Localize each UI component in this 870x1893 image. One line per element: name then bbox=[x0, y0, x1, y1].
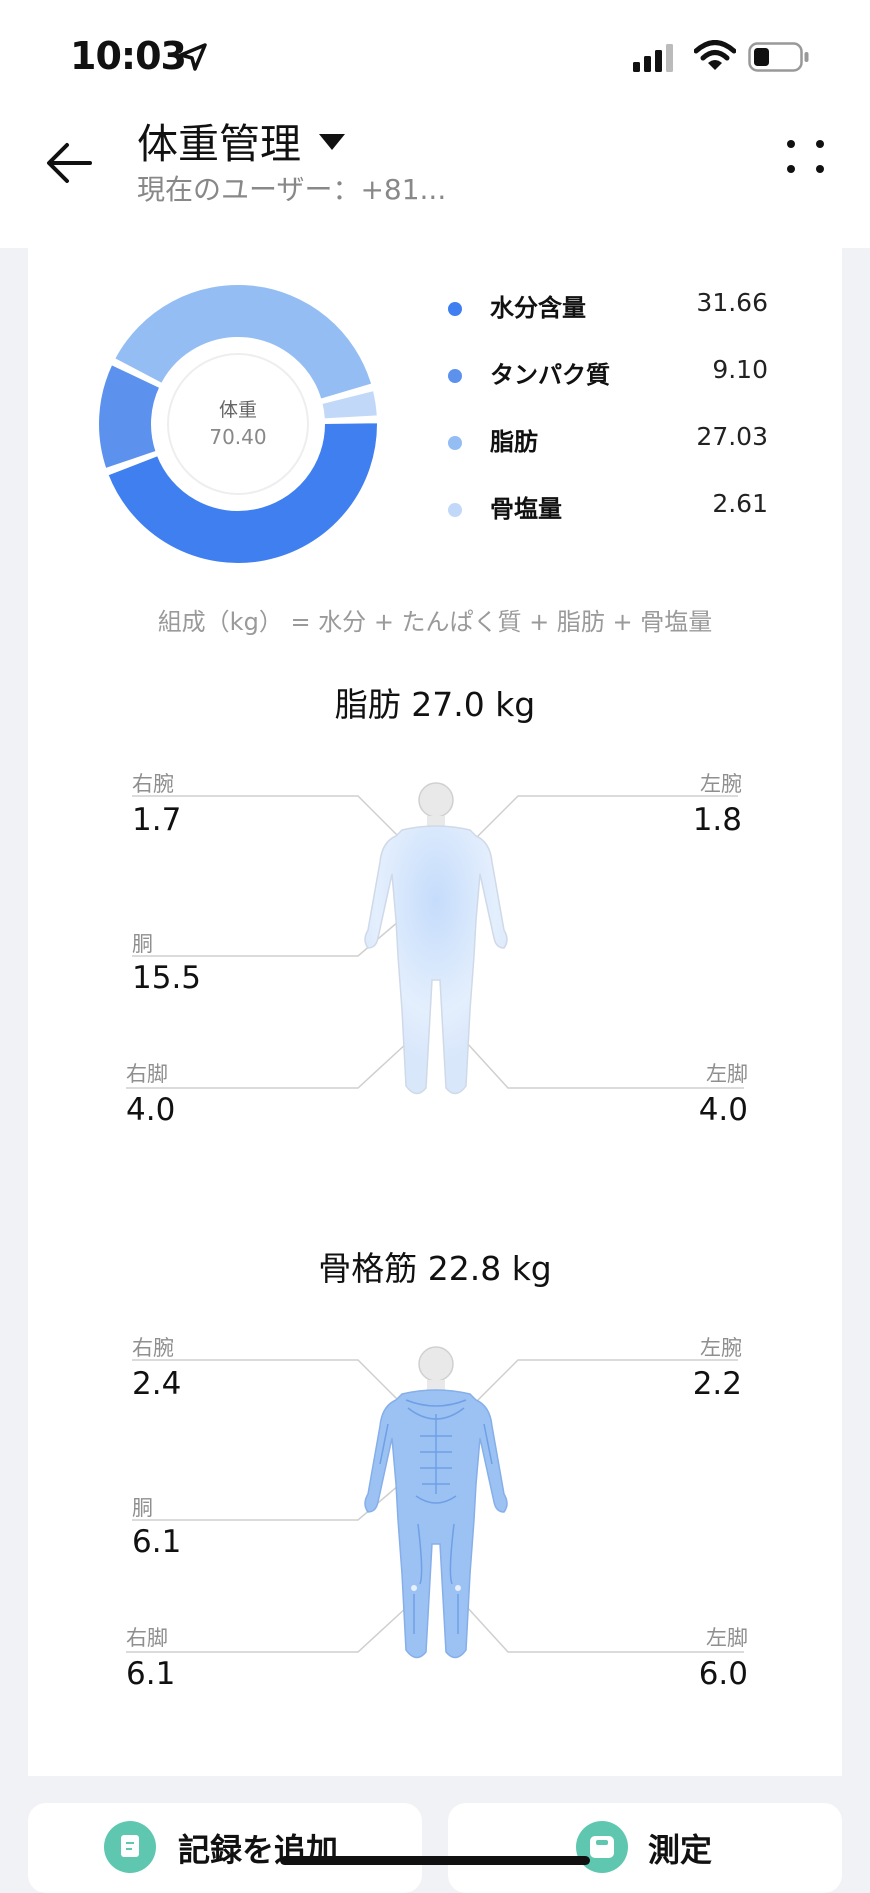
back-arrow-icon[interactable] bbox=[42, 136, 96, 190]
caret-down-icon bbox=[319, 134, 345, 150]
scale-icon bbox=[576, 1821, 628, 1873]
muscle-right-arm-label: 右腕 bbox=[132, 1336, 174, 1360]
muscle-right-arm-value: 2.4 bbox=[132, 1366, 182, 1402]
muscle-right-leg-value: 6.1 bbox=[126, 1656, 176, 1692]
muscle-trunk-value: 6.1 bbox=[132, 1524, 182, 1560]
wifi-icon bbox=[694, 40, 736, 70]
app-bar: 体重管理 現在のユーザー：+81... bbox=[0, 110, 870, 248]
muscle-left-arm-label: 左腕 bbox=[700, 1336, 742, 1360]
muscle-left-leg-value: 6.0 bbox=[698, 1656, 748, 1692]
muscle-left-leg-label: 左脚 bbox=[706, 1626, 748, 1650]
muscle-trunk-label: 胴 bbox=[132, 1496, 153, 1520]
page-title-dropdown[interactable]: 体重管理 bbox=[137, 110, 345, 170]
muscle-right-leg-label: 右脚 bbox=[126, 1626, 168, 1650]
current-user-label: 現在のユーザー：+81... bbox=[137, 173, 447, 206]
status-bar: 10:03 bbox=[0, 0, 870, 110]
measure-button[interactable]: 測定 bbox=[448, 1803, 842, 1893]
location-arrow-icon bbox=[179, 43, 207, 71]
body-composition-card: 体重 70.40 水分含量 31.66 タンパク質 9.10 脂肪 27.03 … bbox=[28, 248, 842, 1776]
page-title: 体重管理 bbox=[137, 120, 301, 168]
edit-note-icon bbox=[104, 1821, 156, 1873]
home-indicator bbox=[280, 1856, 590, 1865]
muscle-body-figure bbox=[364, 1346, 508, 1659]
add-record-button[interactable]: 記録を追加 bbox=[28, 1803, 422, 1893]
battery-icon bbox=[748, 42, 809, 72]
measure-label: 測定 bbox=[648, 1831, 713, 1869]
cellular-signal-icon bbox=[633, 44, 673, 72]
more-dots-icon[interactable] bbox=[782, 130, 832, 180]
muscle-left-arm-value: 2.2 bbox=[692, 1366, 742, 1402]
status-time: 10:03 bbox=[70, 34, 187, 78]
